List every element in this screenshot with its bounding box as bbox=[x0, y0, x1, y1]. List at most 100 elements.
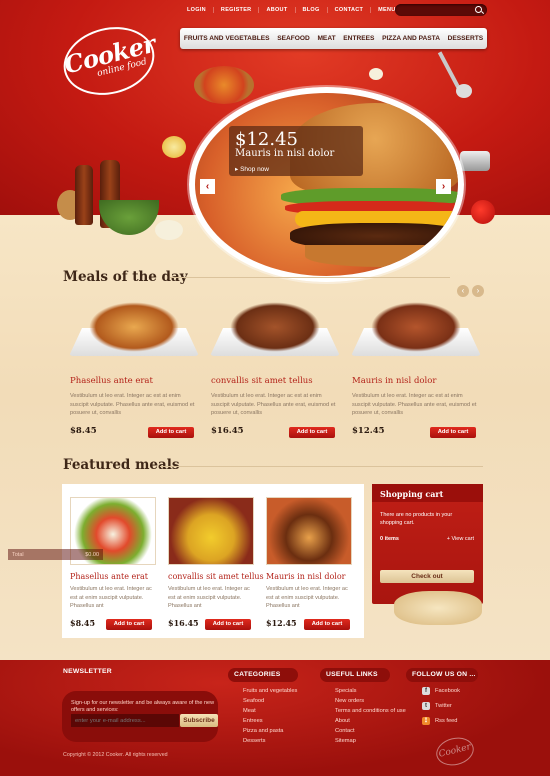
footer-useful-link[interactable]: New orders bbox=[335, 698, 364, 704]
twitter-icon[interactable]: t bbox=[422, 702, 430, 710]
cat-meat[interactable]: MEAT bbox=[317, 35, 335, 42]
hero-product-name: Mauris in nisl dolor bbox=[235, 148, 335, 159]
rss-feed-link[interactable]: Rss feed bbox=[435, 718, 457, 724]
slider-prev-button[interactable]: ‹ bbox=[200, 179, 215, 194]
ladle-head-image bbox=[456, 84, 472, 98]
featured-meal-name[interactable]: Mauris in nisl dolor bbox=[266, 572, 345, 581]
meal-price: $12.45 bbox=[352, 426, 385, 436]
nav-register-link[interactable]: REGISTER bbox=[214, 7, 260, 13]
meal-price: $8.45 bbox=[70, 426, 97, 436]
featured-meal-price: $8.45 bbox=[70, 618, 96, 628]
meal-name[interactable]: convallis sit amet tellus bbox=[211, 376, 313, 386]
cart-total-value: $0.00 bbox=[85, 552, 99, 558]
hero-shop-now-label: Shop now bbox=[240, 166, 269, 173]
herb-bowl-image bbox=[99, 200, 159, 235]
food-image bbox=[230, 302, 320, 352]
hero-slider[interactable] bbox=[189, 87, 464, 282]
useful-links-title: USEFUL LINKS bbox=[326, 671, 378, 678]
cart-total: Total $0.00 bbox=[8, 549, 103, 560]
featured-meal-image[interactable] bbox=[168, 497, 254, 565]
facebook-icon[interactable]: f bbox=[422, 687, 430, 695]
nav-blog-link[interactable]: BLOG bbox=[296, 7, 328, 13]
add-to-cart-button[interactable]: Add to cart bbox=[430, 427, 476, 438]
meals-prev-button[interactable]: ‹ bbox=[457, 285, 469, 297]
checkout-button[interactable]: Check out bbox=[380, 570, 474, 583]
add-to-cart-button[interactable]: Add to cart bbox=[106, 619, 152, 630]
hero-caption: $12.45 Mauris in nisl dolor ▸ Shop now bbox=[229, 126, 363, 176]
add-to-cart-button[interactable]: Add to cart bbox=[289, 427, 335, 438]
hero-shop-now-link[interactable]: ▸ Shop now bbox=[235, 165, 357, 173]
featured-meals-title: Featured meals bbox=[63, 457, 180, 473]
meal-image[interactable] bbox=[210, 298, 340, 360]
rss-icon[interactable]: ⟟ bbox=[422, 717, 430, 725]
garlic-image bbox=[369, 68, 383, 80]
footer-category-link[interactable]: Desserts bbox=[243, 738, 265, 744]
pepper-image bbox=[471, 200, 495, 224]
footer-useful-link[interactable]: Terms and conditions of use bbox=[335, 708, 406, 714]
search-icon[interactable] bbox=[475, 6, 482, 13]
section-divider bbox=[170, 277, 450, 278]
footer-useful-link[interactable]: Sitemap bbox=[335, 738, 356, 744]
top-nav: LOGIN REGISTER ABOUT BLOG CONTACT MENU C… bbox=[180, 7, 421, 13]
footer-category-link[interactable]: Pizza and pasta bbox=[243, 728, 283, 734]
pizza-image bbox=[194, 66, 254, 104]
cat-entrees[interactable]: ENTREES bbox=[343, 35, 374, 42]
cart-total-label: Total bbox=[12, 552, 24, 558]
featured-meal-description: Vestibulum ut leo erat. Integer ac est a… bbox=[266, 586, 348, 609]
meal-description: Vestibulum ut leo erat. Integer ac est a… bbox=[211, 393, 336, 416]
featured-meal-description: Vestibulum ut leo erat. Integer ac est a… bbox=[168, 586, 250, 609]
facebook-link[interactable]: Facebook bbox=[435, 688, 460, 694]
cat-desserts[interactable]: DESSERTS bbox=[448, 35, 484, 42]
footer-useful-link[interactable]: Contact bbox=[335, 728, 355, 734]
meal-price: $16.45 bbox=[211, 426, 244, 436]
add-to-cart-button[interactable]: Add to cart bbox=[205, 619, 251, 630]
view-cart-link[interactable]: + View cart bbox=[444, 536, 474, 542]
meals-nav: ‹ › bbox=[457, 285, 484, 297]
meal-image[interactable] bbox=[69, 298, 199, 360]
subscribe-button[interactable]: Subscribe bbox=[180, 714, 218, 727]
slider-next-button[interactable]: › bbox=[436, 179, 451, 194]
lemon-image bbox=[162, 136, 186, 158]
pepper-mill-image bbox=[75, 165, 93, 225]
shopping-cart-panel: Shopping cart There are no products in y… bbox=[372, 484, 483, 604]
cart-title: Shopping cart bbox=[372, 484, 483, 502]
meals-of-day-title: Meals of the day bbox=[63, 269, 188, 285]
footer-category-link[interactable]: Fruits and vegetables bbox=[243, 688, 297, 694]
spices-image bbox=[57, 160, 187, 255]
featured-meal-price: $16.45 bbox=[168, 618, 199, 628]
follow-us-title: FOLLOW US ON ... bbox=[412, 671, 476, 678]
nav-login-link[interactable]: LOGIN bbox=[180, 7, 214, 13]
newsletter-email-input[interactable] bbox=[71, 714, 179, 727]
section-divider bbox=[160, 466, 483, 467]
search-input[interactable] bbox=[395, 10, 470, 22]
garlic-bulb-image bbox=[155, 220, 183, 240]
burger-bottom-bun-image bbox=[305, 245, 455, 267]
category-nav: FRUITS AND VEGETABLES SEAFOOD MEAT ENTRE… bbox=[180, 28, 487, 49]
featured-meal-name[interactable]: Phasellus ante erat bbox=[70, 572, 148, 581]
footer-category-link[interactable]: Entrees bbox=[243, 718, 263, 724]
copyright-text: Copyright © 2012 Cooker. All rights rese… bbox=[63, 752, 168, 758]
nav-contact-link[interactable]: CONTACT bbox=[328, 7, 372, 13]
add-to-cart-button[interactable]: Add to cart bbox=[304, 619, 350, 630]
search-box bbox=[395, 4, 487, 22]
featured-meal-description: Vestibulum ut leo erat. Integer ac est a… bbox=[70, 586, 152, 609]
food-image bbox=[89, 302, 179, 352]
cat-seafood[interactable]: SEAFOOD bbox=[277, 35, 310, 42]
footer-category-link[interactable]: Meat bbox=[243, 708, 256, 714]
featured-meal-image[interactable] bbox=[266, 497, 352, 565]
footer-category-link[interactable]: Seafood bbox=[243, 698, 264, 704]
cat-fruits-vegetables[interactable]: FRUITS AND VEGETABLES bbox=[184, 35, 270, 42]
meal-image[interactable] bbox=[351, 298, 481, 360]
footer-useful-link[interactable]: Specials bbox=[335, 688, 357, 694]
featured-meal-price: $12.45 bbox=[266, 618, 297, 628]
cat-pizza-pasta[interactable]: PIZZA AND PASTA bbox=[382, 35, 440, 42]
meals-next-button[interactable]: › bbox=[472, 285, 484, 297]
meal-name[interactable]: Mauris in nisl dolor bbox=[352, 376, 436, 386]
featured-meal-name[interactable]: convallis sit amet tellus bbox=[168, 572, 264, 581]
add-to-cart-button[interactable]: Add to cart bbox=[148, 427, 194, 438]
sandwich-image bbox=[394, 591, 482, 625]
meal-name[interactable]: Phasellus ante erat bbox=[70, 376, 153, 386]
footer-useful-link[interactable]: About bbox=[335, 718, 350, 724]
twitter-link[interactable]: Twitter bbox=[435, 703, 452, 709]
nav-about-link[interactable]: ABOUT bbox=[259, 7, 296, 13]
